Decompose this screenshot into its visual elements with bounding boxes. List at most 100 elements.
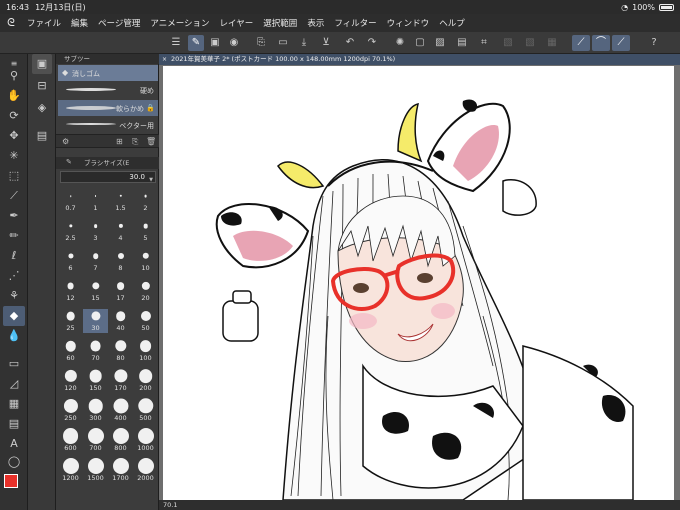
save-icon[interactable]: ⤓ bbox=[296, 35, 312, 51]
hand-icon[interactable]: ✋ bbox=[3, 86, 25, 106]
brush-settings-icon[interactable]: ✎ bbox=[188, 35, 204, 51]
subtool-group-eraser[interactable]: ◆ 消しゴム bbox=[58, 65, 158, 81]
brush-size-option[interactable]: 6 bbox=[58, 249, 83, 273]
select-off-3-icon[interactable]: ▦ bbox=[544, 35, 560, 51]
brush-size-option[interactable]: 1200 bbox=[58, 458, 83, 483]
crop-icon[interactable]: ⌗ bbox=[476, 35, 492, 51]
brush-size-option[interactable]: 120 bbox=[58, 369, 83, 393]
redo-icon[interactable]: ↷ bbox=[364, 35, 380, 51]
fill-icon[interactable]: ▤ bbox=[3, 414, 25, 434]
brush-size-option[interactable]: 5 bbox=[133, 219, 158, 243]
brush-size-option[interactable]: 15 bbox=[83, 279, 108, 303]
rotate-icon[interactable]: ⟳ bbox=[3, 106, 25, 126]
brush-icon[interactable]: ℓ bbox=[3, 246, 25, 266]
frame-icon[interactable]: ◿ bbox=[3, 374, 25, 394]
brush-size-option[interactable]: 1700 bbox=[108, 458, 133, 483]
selection-icon[interactable]: ⬚ bbox=[3, 166, 25, 186]
brush-size-option[interactable]: 40 bbox=[108, 309, 133, 333]
select-off-2-icon[interactable]: ▧ bbox=[522, 35, 538, 51]
select-off-1-icon[interactable]: ▧ bbox=[500, 35, 516, 51]
canvas-area[interactable]: × 2021年賀美華子 2* (ポストカード 100.00 x 148.00mm… bbox=[159, 54, 680, 510]
fill-selection-icon[interactable]: ▨ bbox=[432, 35, 448, 51]
menu-page[interactable]: ページ管理 bbox=[93, 17, 145, 29]
subtool-item-vector[interactable]: ベクター用 bbox=[58, 117, 158, 133]
brush-size-option[interactable]: 250 bbox=[58, 398, 83, 423]
delete-icon[interactable]: 🗑 bbox=[146, 137, 156, 146]
brush-size-option[interactable]: 8 bbox=[108, 249, 133, 273]
eyedropper-icon[interactable]: ⟋ bbox=[3, 186, 25, 206]
gradient-icon[interactable]: ▦ bbox=[3, 394, 25, 414]
brush-size-option[interactable]: 700 bbox=[83, 428, 108, 453]
add-subtool-icon[interactable]: ⊞ bbox=[116, 137, 123, 146]
brush-size-field[interactable]: 30.0 ▼ bbox=[60, 171, 156, 183]
help-icon[interactable]: ? bbox=[646, 35, 662, 51]
menu-animation[interactable]: アニメーション bbox=[145, 17, 214, 29]
brush-size-option[interactable]: 0.7 bbox=[58, 189, 83, 213]
menu-filter[interactable]: フィルター bbox=[329, 17, 381, 29]
brush-size-option[interactable]: 1500 bbox=[83, 458, 108, 483]
wrench-icon[interactable]: ⚙ bbox=[62, 137, 69, 146]
brush-size-option[interactable]: 500 bbox=[133, 398, 158, 423]
document-tab[interactable]: × 2021年賀美華子 2* (ポストカード 100.00 x 148.00mm… bbox=[159, 54, 680, 65]
chevron-down-icon[interactable]: ▼ bbox=[149, 175, 153, 186]
tool-property-icon[interactable]: ⊟ bbox=[32, 76, 52, 96]
balloon-icon[interactable]: ◯ bbox=[3, 452, 25, 472]
brush-size-option[interactable]: 2000 bbox=[133, 458, 158, 483]
brush-size-option[interactable]: 100 bbox=[133, 339, 158, 363]
brush-size-option[interactable]: 1.5 bbox=[108, 189, 133, 213]
brush-size-option[interactable]: 2.5 bbox=[58, 219, 83, 243]
export-icon[interactable]: ⊻ bbox=[318, 35, 334, 51]
brush-size-option[interactable]: 80 bbox=[108, 339, 133, 363]
zoom-level[interactable]: 70.1 bbox=[163, 501, 177, 509]
brush-size-option[interactable]: 50 bbox=[133, 309, 158, 333]
layer-panel-icon[interactable]: ◈ bbox=[32, 98, 52, 118]
brush-size-option[interactable]: 300 bbox=[83, 398, 108, 423]
eraser-icon[interactable]: ◆ bbox=[3, 306, 25, 326]
text-icon[interactable]: A bbox=[3, 434, 25, 454]
menu-file[interactable]: ファイル bbox=[22, 17, 66, 29]
transform-icon[interactable]: ▣ bbox=[207, 35, 223, 51]
brush-size-option[interactable]: 3 bbox=[83, 219, 108, 243]
brush-size-option[interactable]: 4 bbox=[108, 219, 133, 243]
brush-size-option[interactable]: 150 bbox=[83, 369, 108, 393]
main-color-swatch[interactable] bbox=[4, 474, 18, 488]
pen-icon[interactable]: ✒ bbox=[3, 206, 25, 226]
brush-size-option[interactable]: 600 bbox=[58, 428, 83, 453]
clear-icon[interactable]: ▢ bbox=[412, 35, 428, 51]
brush-size-option[interactable]: 20 bbox=[133, 279, 158, 303]
brush-size-option[interactable]: 170 bbox=[108, 369, 133, 393]
menu-layer[interactable]: レイヤー bbox=[215, 17, 259, 29]
undo-icon[interactable]: ↶ bbox=[342, 35, 358, 51]
close-icon[interactable]: × bbox=[162, 54, 167, 65]
subtool-item-soft[interactable]: 軟らかめ 🔒 bbox=[58, 100, 158, 116]
magnifier-icon[interactable]: ⚲ bbox=[3, 66, 25, 86]
airbrush-icon[interactable]: ⋰ bbox=[3, 266, 25, 286]
brush-size-option[interactable]: 2 bbox=[133, 189, 158, 213]
loading-icon[interactable]: ✺ bbox=[392, 35, 408, 51]
brush-size-option[interactable]: 7 bbox=[83, 249, 108, 273]
navigator-icon[interactable]: ▤ bbox=[32, 126, 52, 146]
auto-select-icon[interactable]: ✳ bbox=[3, 146, 25, 166]
menu-edit[interactable]: 編集 bbox=[66, 17, 93, 29]
menu-window[interactable]: ウィンドウ bbox=[382, 17, 435, 29]
pencil-icon[interactable]: ✏ bbox=[3, 226, 25, 246]
brush-size-option[interactable]: 10 bbox=[133, 249, 158, 273]
menu-view[interactable]: 表示 bbox=[302, 17, 329, 29]
brush-size-option[interactable]: 25 bbox=[58, 309, 83, 333]
duplicate-icon[interactable]: ⎘ bbox=[132, 137, 138, 147]
paste-icon[interactable]: ▤ bbox=[454, 35, 470, 51]
menu-select[interactable]: 選択範囲 bbox=[258, 17, 302, 29]
stabilize-1-icon[interactable]: ⟋ bbox=[572, 35, 590, 51]
subtool-panel-icon[interactable]: ▣ bbox=[32, 54, 52, 74]
brush-size-option[interactable]: 60 bbox=[58, 339, 83, 363]
brush-size-option[interactable]: 12 bbox=[58, 279, 83, 303]
move-icon[interactable]: ✥ bbox=[3, 126, 25, 146]
brush-size-option[interactable]: 400 bbox=[108, 398, 133, 423]
stabilize-3-icon[interactable]: ⟋ bbox=[612, 35, 630, 51]
brush-size-option[interactable]: 17 bbox=[108, 279, 133, 303]
hamburger-icon[interactable]: ☰ bbox=[168, 35, 184, 51]
brush-size-option[interactable]: 30 bbox=[83, 309, 108, 333]
decoration-icon[interactable]: ⚘ bbox=[3, 286, 25, 306]
figure-icon[interactable]: ▭ bbox=[3, 354, 25, 374]
app-logo-icon[interactable]: ᘓ bbox=[0, 16, 22, 30]
